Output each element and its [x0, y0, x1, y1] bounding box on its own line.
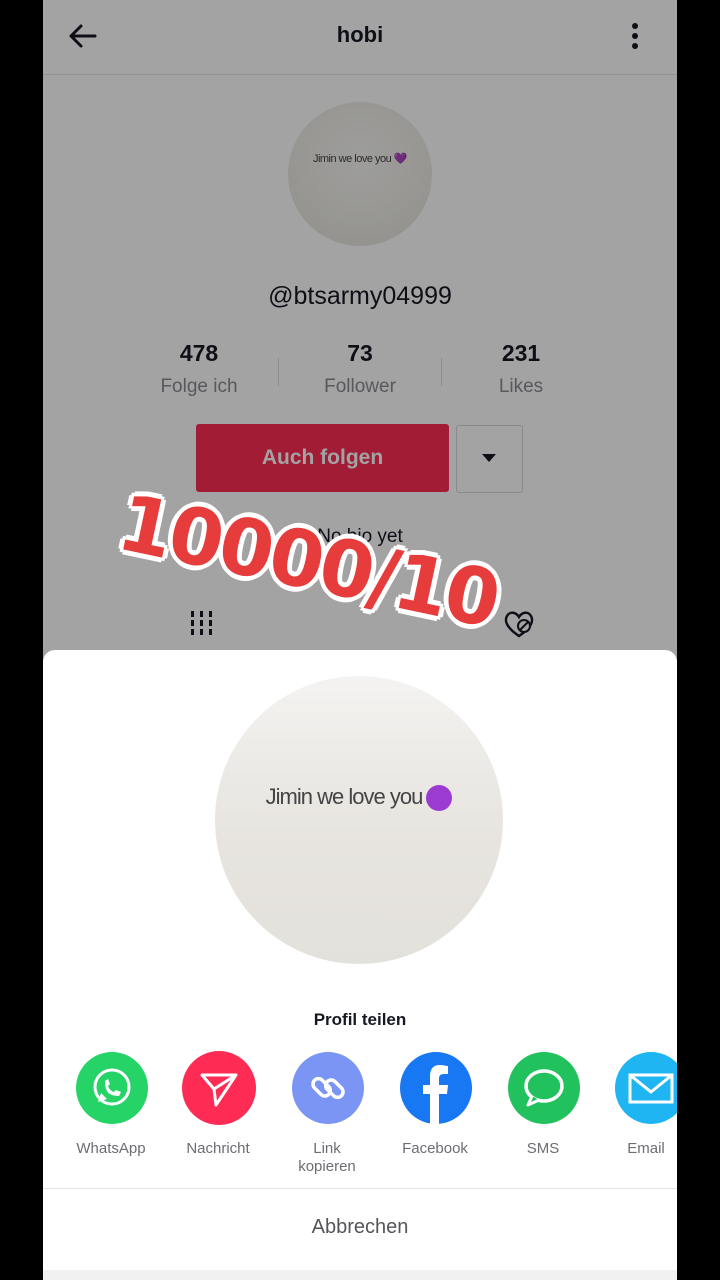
- send-icon: [182, 1051, 256, 1125]
- avatar-caption: Jimin we love you: [265, 784, 424, 809]
- share-app-label: Email: [627, 1140, 665, 1157]
- link-icon: [292, 1052, 364, 1124]
- share-app-label: Link kopieren: [298, 1140, 356, 1175]
- share-app-label: Nachricht: [186, 1140, 250, 1157]
- share-app-label: SMS: [526, 1140, 560, 1157]
- cancel-button[interactable]: Abbrechen: [43, 1216, 677, 1239]
- share-app-label: WhatsApp: [76, 1140, 146, 1157]
- sms-icon: [508, 1052, 580, 1124]
- share-title: Profil teilen: [313, 1010, 407, 1029]
- share-profile-avatar: Jimin we love you: [215, 676, 503, 964]
- whatsapp-icon: [76, 1052, 148, 1124]
- mail-icon: [615, 1052, 677, 1124]
- bottom-strip: [43, 1270, 677, 1280]
- share-sheet: Jimin we love you Profil teilen WhatsApp…: [43, 650, 677, 1280]
- share-app-label: Facebook: [402, 1140, 468, 1157]
- facebook-icon: [400, 1052, 472, 1124]
- phone-screen: hobi Jimin we love you 💜 @btsarmy04999 4…: [43, 0, 677, 1280]
- purple-heart-icon: [426, 785, 453, 812]
- divider: [43, 1188, 677, 1189]
